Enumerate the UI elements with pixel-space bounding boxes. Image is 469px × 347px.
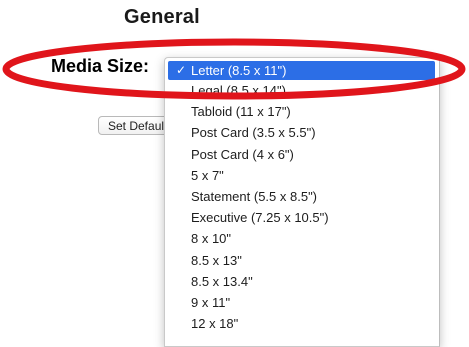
option-label: 5 x 7" [191, 167, 224, 183]
option-label: 9 x 11" [191, 294, 231, 310]
media-size-option[interactable]: 5 x 7" [165, 165, 439, 186]
media-size-option[interactable]: 8 x 10" [165, 228, 439, 249]
option-label: Statement (5.5 x 8.5") [191, 188, 318, 204]
option-label: 12 x 18" [191, 316, 239, 332]
media-size-option[interactable]: 8.5 x 13.4" [165, 271, 439, 292]
media-size-option[interactable]: Post Card (3.5 x 5.5") [165, 122, 439, 143]
option-label: Executive (7.25 x 10.5") [191, 210, 329, 226]
media-size-option[interactable]: Post Card (4 x 6") [165, 144, 439, 165]
section-title: General [124, 6, 200, 28]
option-label: 8 x 10" [191, 231, 232, 247]
option-label: Post Card (4 x 6") [191, 146, 294, 162]
option-label: Post Card (3.5 x 5.5") [191, 125, 316, 141]
option-label: 8.5 x 13" [191, 252, 242, 268]
checkmark-icon: ✓ [176, 63, 187, 77]
media-size-option-list: ✓ Letter (8.5 x 11") Legal (8.5 x 14") T… [165, 58, 439, 334]
option-label: Letter (8.5 x 11") [191, 63, 287, 78]
option-label: Tabloid (11 x 17") [191, 104, 291, 120]
option-label: 8.5 x 13.4" [191, 273, 253, 289]
media-size-option[interactable]: Tabloid (11 x 17") [165, 101, 439, 122]
option-label: Legal (8.5 x 14") [191, 83, 286, 98]
media-size-option[interactable]: 12 x 18" [165, 313, 439, 334]
media-size-option[interactable]: Statement (5.5 x 8.5") [165, 186, 439, 207]
media-size-option-selected[interactable]: ✓ Letter (8.5 x 11") [168, 61, 435, 80]
media-size-option[interactable]: Executive (7.25 x 10.5") [165, 207, 439, 228]
media-size-option[interactable]: 9 x 11" [165, 292, 439, 313]
media-size-label: Media Size: [51, 56, 150, 76]
media-size-dropdown-menu[interactable]: ✓ Letter (8.5 x 11") Legal (8.5 x 14") T… [164, 57, 440, 347]
media-size-option[interactable]: 8.5 x 13" [165, 250, 439, 271]
media-size-option[interactable]: Legal (8.5 x 14") [165, 80, 439, 101]
